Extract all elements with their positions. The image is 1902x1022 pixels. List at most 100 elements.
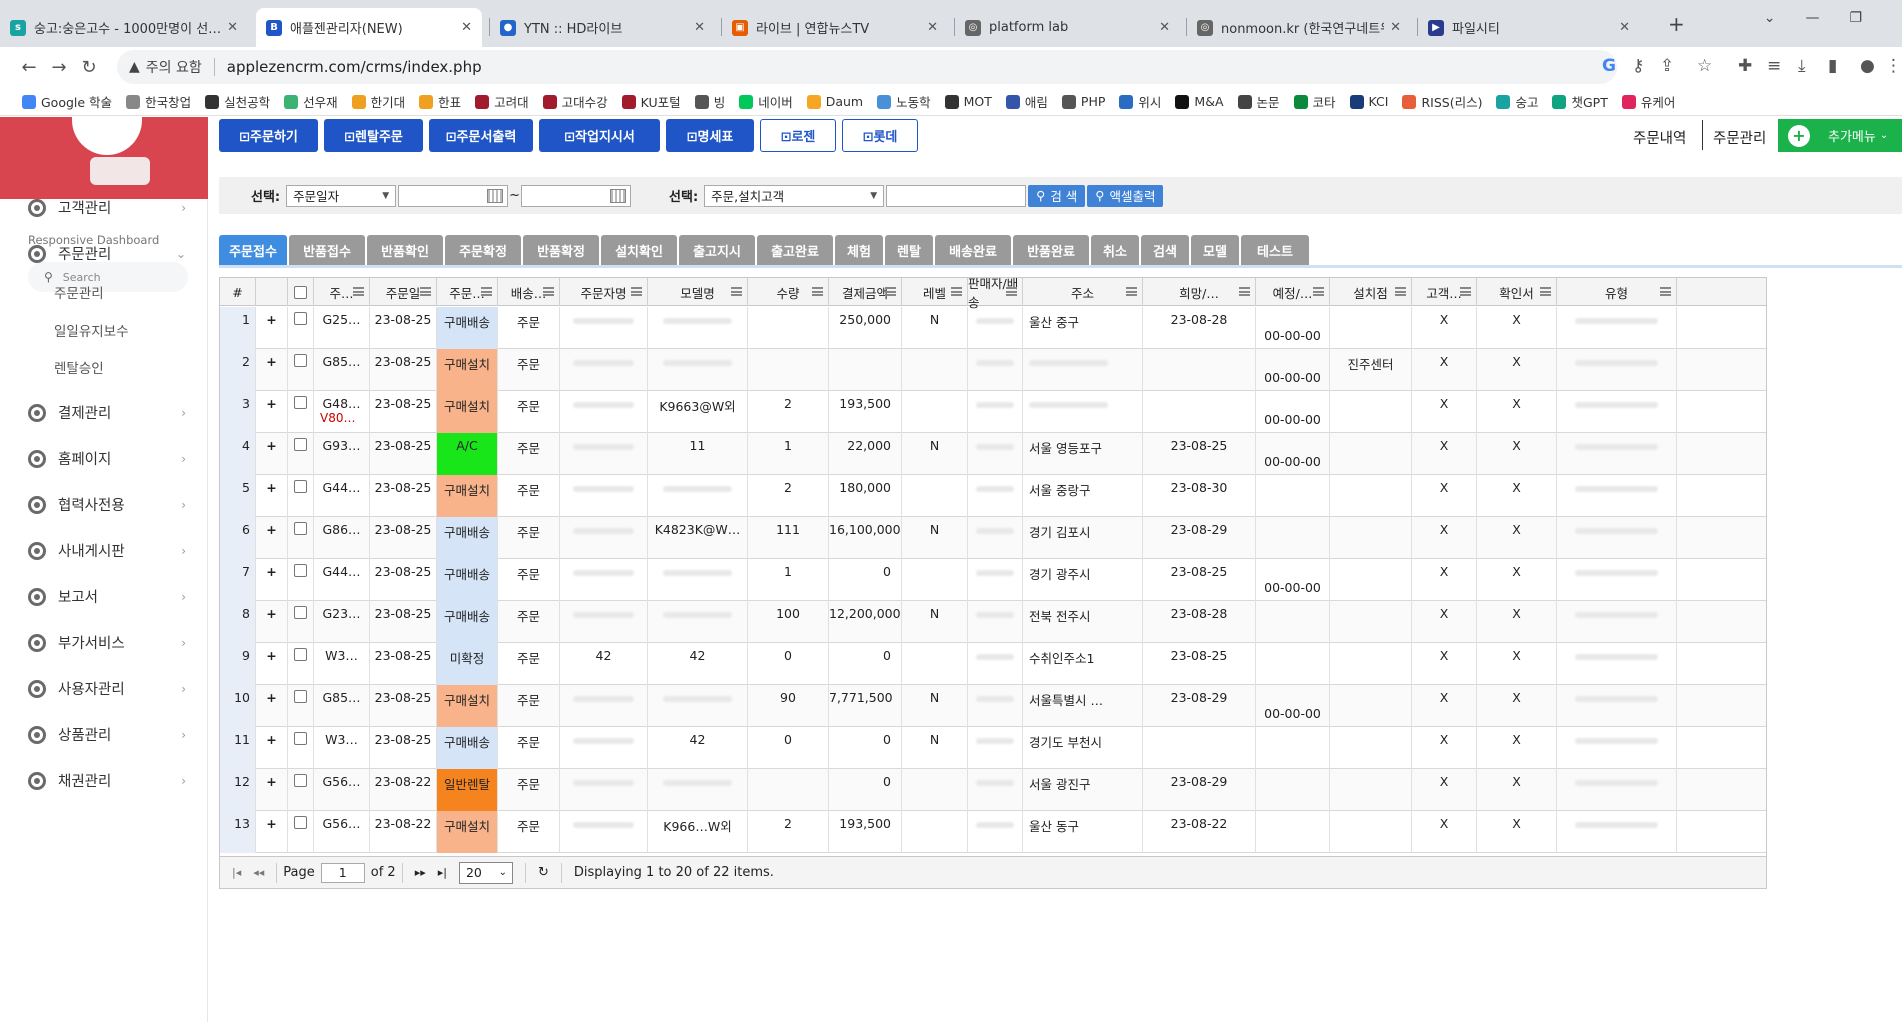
table-row[interactable]: 4 + G93… 23-08-25 A/C 주문 11 1 22,000 N 서울 영등포구 23-0… [220, 433, 1766, 475]
close-icon[interactable]: ✕ [461, 20, 472, 35]
row-checkbox[interactable] [294, 564, 307, 577]
column-menu-icon[interactable] [1540, 287, 1551, 296]
row-checkbox[interactable] [294, 690, 307, 703]
toolbar-button[interactable]: ⊡명세표 [666, 119, 754, 152]
share-icon[interactable]: ⇪ [1660, 56, 1674, 76]
star-icon[interactable]: ☆ [1697, 56, 1712, 76]
column-header[interactable]: 유형 [1557, 278, 1677, 306]
order-code[interactable]: G56… [322, 774, 360, 789]
back-icon[interactable]: ← [14, 57, 44, 78]
row-checkbox[interactable] [294, 606, 307, 619]
expand-row-icon[interactable]: + [256, 559, 288, 601]
grid-tab[interactable]: 설치확인 [601, 235, 677, 265]
sidebar-item[interactable]: 협력사전용 › [28, 494, 186, 515]
grid-tab[interactable]: 반품접수 [289, 235, 365, 265]
bookmark-item[interactable]: KCI [1349, 94, 1388, 109]
column-header[interactable]: 레벨 [902, 278, 968, 306]
row-checkbox[interactable] [294, 522, 307, 535]
order-code[interactable]: W3… [325, 648, 358, 663]
page-size-select[interactable]: 20 ⌄ [458, 861, 513, 884]
sidebar-item[interactable]: 고객관리 › [28, 197, 186, 218]
column-menu-icon[interactable] [951, 287, 962, 296]
column-header[interactable]: 설치점 [1330, 278, 1412, 306]
bookmark-item[interactable]: 유케어 [1621, 92, 1675, 111]
sidebar-subitem[interactable]: 주문관리 [54, 282, 104, 302]
table-row[interactable]: 7 + G44… 23-08-25 구매배송 주문 1 0 경기 광주시 23-08-25 00-0… [220, 559, 1766, 601]
close-icon[interactable]: ✕ [1619, 20, 1630, 35]
bookmark-item[interactable]: 고려대 [475, 92, 529, 111]
sidebar-item[interactable]: 보고서 › [28, 586, 186, 607]
close-icon[interactable]: ✕ [694, 20, 705, 35]
bookmark-item[interactable]: Daum [806, 94, 863, 109]
grid-tab[interactable]: 렌탈 [885, 235, 933, 265]
grid-tab[interactable]: 체험 [835, 235, 883, 265]
url-text[interactable]: applezencrm.com/crms/index.php [227, 58, 482, 76]
column-header[interactable]: 결제금액 [829, 278, 902, 306]
row-checkbox[interactable] [294, 480, 307, 493]
expand-row-icon[interactable]: + [256, 727, 288, 769]
column-header[interactable]: 주문… [437, 278, 498, 306]
grid-tab[interactable]: 테스트 [1241, 235, 1309, 265]
table-row[interactable]: 9 + W3… 23-08-25 미확정 주문 42 42 0 0 수취인주소1 23-08-25 X X [220, 643, 1766, 685]
google-lens-icon[interactable]: G [1602, 56, 1616, 76]
column-menu-icon[interactable] [1313, 287, 1324, 296]
order-code[interactable]: W3… [325, 732, 358, 747]
toolbar-button[interactable]: ⊡렌탈주문 [324, 119, 423, 152]
sidebar-subitem[interactable]: 렌탈승인 [54, 357, 104, 377]
browser-tab[interactable]: ● YTN :: HD라이브 ✕ [490, 8, 715, 47]
close-icon[interactable]: ✕ [927, 20, 938, 35]
bookmark-item[interactable]: 숭고 [1496, 92, 1538, 111]
row-checkbox[interactable] [294, 774, 307, 787]
column-header[interactable]: 주문일 [370, 278, 437, 306]
sidebar-item[interactable]: 주문관리 ⌄ [28, 243, 186, 264]
toolbar-button[interactable]: ⊡작업지시서 [539, 119, 660, 152]
bookmark-item[interactable]: 코타 [1293, 92, 1336, 111]
browser-tab[interactable]: ▣ 라이브 | 연합뉴스TV ✕ [722, 8, 948, 47]
row-checkbox[interactable] [294, 312, 307, 325]
browser-tab[interactable]: ◎ platform lab ✕ [955, 8, 1180, 47]
sidebar-item[interactable]: 부가서비스 › [28, 632, 186, 653]
column-menu-icon[interactable] [1660, 287, 1671, 296]
expand-row-icon[interactable]: + [256, 811, 288, 853]
column-header[interactable]: 수량 [748, 278, 829, 306]
omnibox[interactable]: ▲ 주의 요함 applezencrm.com/crms/index.php [117, 50, 1617, 84]
calendar-icon[interactable] [610, 188, 627, 203]
row-checkbox[interactable] [294, 648, 307, 661]
prev-page-icon[interactable]: ◂◂ [253, 866, 264, 879]
column-header[interactable]: 예정/… [1256, 278, 1330, 306]
menu-kebab-icon[interactable]: ⋮ [1885, 56, 1902, 76]
column-header[interactable]: 모델명 [648, 278, 748, 306]
column-header[interactable] [288, 278, 314, 306]
bookmark-item[interactable]: 실천공학 [205, 92, 270, 111]
sidebar-search-input[interactable]: ⚲ Search [28, 262, 188, 292]
expand-row-icon[interactable]: + [256, 601, 288, 643]
bookmark-item[interactable]: 노동학 [877, 92, 931, 111]
column-header[interactable]: 희망/… [1143, 278, 1256, 306]
order-code[interactable]: G56… [322, 816, 360, 831]
close-icon[interactable]: ✕ [227, 20, 238, 35]
table-row[interactable]: 2 + G85… 23-08-25 구매설치 주문 00-00-00 진주센터 X X [220, 349, 1766, 391]
column-menu-icon[interactable] [812, 287, 823, 296]
key-icon[interactable]: ⚷ [1632, 56, 1644, 76]
refresh-icon[interactable]: ↻ [538, 865, 549, 880]
column-menu-icon[interactable] [543, 287, 554, 296]
order-code[interactable]: G23… [322, 606, 360, 621]
column-header[interactable]: 주… [314, 278, 370, 306]
bookmark-item[interactable]: 애림 [1005, 92, 1048, 111]
bookmark-item[interactable]: KU포털 [621, 92, 681, 111]
expand-row-icon[interactable]: + [256, 643, 288, 685]
sidebar-subitem[interactable]: 일일유지보수 [54, 320, 129, 340]
grid-tab[interactable]: 반품완료 [1013, 235, 1089, 265]
bookmark-item[interactable]: 챗GPT [1552, 92, 1608, 111]
column-header[interactable]: 고객… [1412, 278, 1477, 306]
expand-row-icon[interactable]: + [256, 391, 288, 433]
grid-tab[interactable]: 반품확인 [367, 235, 443, 265]
column-menu-icon[interactable] [631, 287, 642, 296]
close-icon[interactable]: ✕ [1159, 20, 1170, 35]
row-checkbox[interactable] [294, 438, 307, 451]
expand-row-icon[interactable]: + [256, 349, 288, 391]
expand-row-icon[interactable]: + [256, 769, 288, 811]
column-menu-icon[interactable] [1239, 287, 1250, 296]
keyword-input[interactable] [886, 184, 1027, 207]
last-page-icon[interactable]: ▸| [438, 866, 447, 879]
